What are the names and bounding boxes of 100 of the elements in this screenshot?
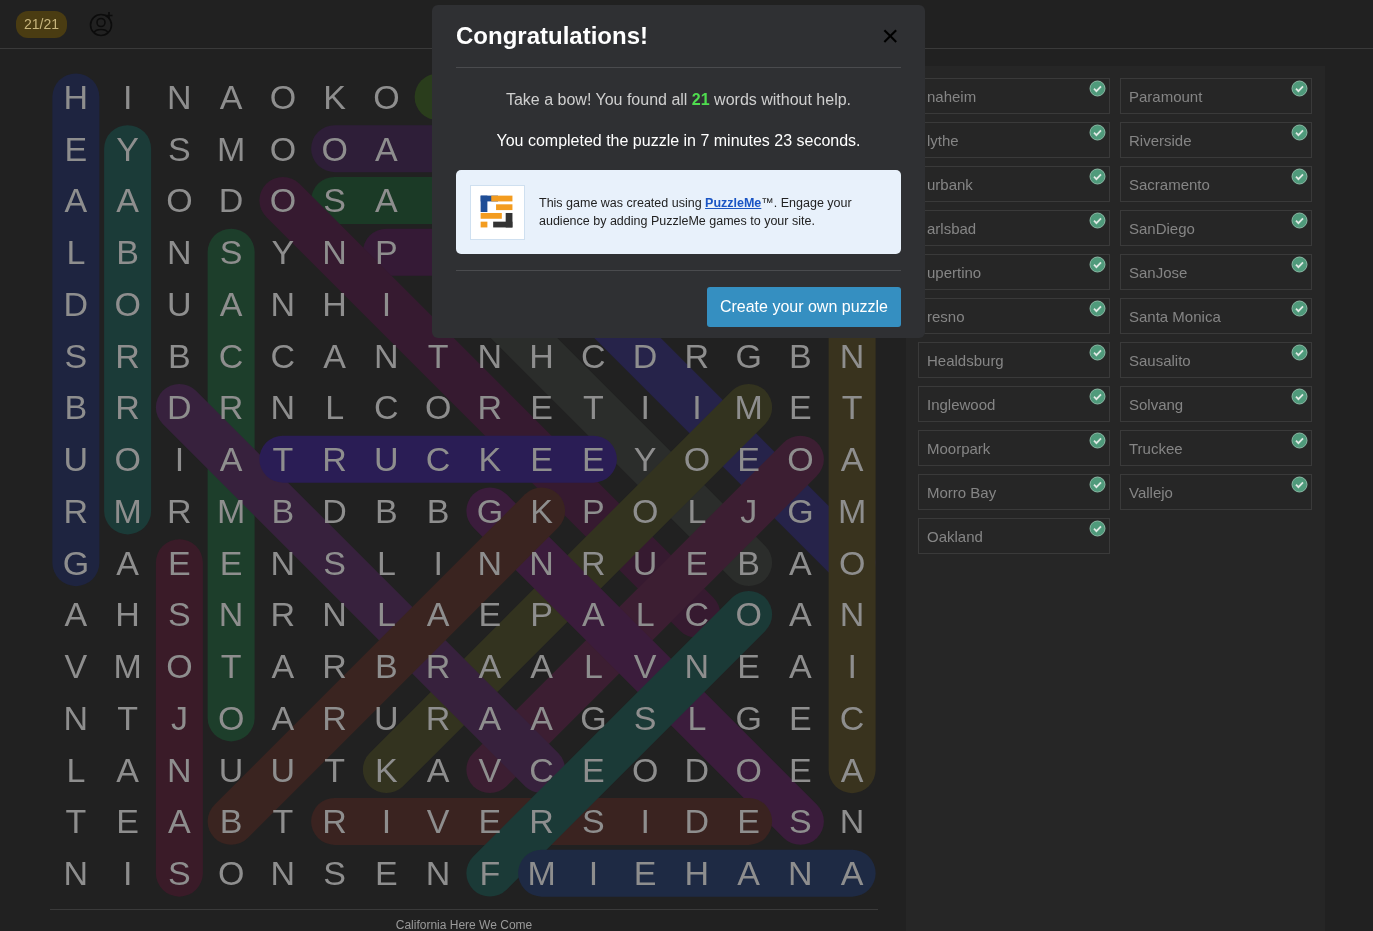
grid-letter[interactable]: B (116, 235, 139, 270)
grid-letter[interactable]: S (323, 856, 346, 891)
grid-letter[interactable]: A (375, 131, 398, 166)
grid-letter[interactable]: N (322, 235, 347, 270)
grid-letter[interactable]: N (167, 79, 192, 114)
grid-letter[interactable]: O (735, 752, 762, 787)
grid-letter[interactable]: K (530, 493, 553, 528)
grid-letter[interactable]: J (170, 700, 188, 735)
grid-letter[interactable]: A (219, 286, 243, 321)
grid-letter[interactable]: D (684, 752, 710, 787)
grid-letter[interactable]: I (174, 442, 185, 477)
grid-letter[interactable]: E (685, 545, 709, 580)
grid-letter[interactable]: J (740, 493, 758, 528)
grid-letter[interactable]: T (65, 804, 87, 839)
grid-letter[interactable]: E (789, 752, 812, 787)
grid-letter[interactable]: I (640, 390, 650, 425)
grid-letter[interactable]: O (217, 856, 245, 891)
grid-letter[interactable]: B (64, 390, 88, 425)
grid-letter[interactable]: A (116, 545, 139, 580)
grid-letter[interactable]: D (167, 390, 192, 425)
grid-letter[interactable]: O (631, 493, 659, 528)
grid-letter[interactable]: S (219, 235, 243, 270)
grid-letter[interactable]: R (425, 700, 451, 735)
grid-letter[interactable]: N (684, 649, 710, 684)
grid-letter[interactable]: O (217, 700, 245, 735)
grid-letter[interactable]: H (322, 286, 347, 321)
grid-letter[interactable]: N (477, 545, 503, 580)
grid-letter[interactable]: N (167, 752, 192, 787)
grid-letter[interactable]: O (166, 183, 193, 218)
grid-letter[interactable]: G (787, 493, 814, 528)
grid-letter[interactable]: O (269, 183, 297, 218)
grid-letter[interactable]: U (270, 752, 296, 787)
grid-letter[interactable]: T (427, 338, 449, 373)
grid-letter[interactable]: A (64, 597, 88, 632)
grid-letter[interactable]: C (839, 700, 865, 735)
grid-letter[interactable]: A (426, 597, 450, 632)
grid-letter[interactable]: E (219, 545, 243, 580)
grid-letter[interactable]: A (478, 700, 502, 735)
grid-letter[interactable]: K (478, 442, 502, 477)
grid-letter[interactable]: B (737, 545, 760, 580)
grid-letter[interactable]: N (322, 597, 347, 632)
grid-letter[interactable]: U (374, 442, 399, 477)
grid-letter[interactable]: D (322, 493, 347, 528)
grid-letter[interactable]: T (583, 390, 604, 425)
grid-letter[interactable]: A (530, 649, 553, 684)
grid-letter[interactable]: A (219, 79, 243, 114)
grid-letter[interactable]: L (635, 597, 655, 632)
grid-letter[interactable]: U (374, 700, 399, 735)
grid-letter[interactable]: L (583, 649, 603, 684)
grid-letter[interactable]: T (220, 649, 242, 684)
grid-letter[interactable]: I (381, 804, 392, 839)
grid-letter[interactable]: V (64, 649, 88, 684)
grid-letter[interactable]: E (789, 390, 812, 425)
grid-letter[interactable]: M (734, 390, 763, 425)
grid-letter[interactable]: M (216, 493, 246, 528)
grid-letter[interactable]: R (115, 390, 140, 425)
grid-letter[interactable]: S (168, 597, 191, 632)
grid-letter[interactable]: O (787, 442, 814, 477)
grid-letter[interactable]: S (64, 338, 88, 373)
grid-letter[interactable]: V (426, 804, 450, 839)
grid-letter[interactable]: B (789, 338, 812, 373)
grid-letter[interactable]: F (479, 856, 501, 891)
grid-letter[interactable]: E (737, 804, 760, 839)
grid-letter[interactable]: I (692, 390, 702, 425)
grid-letter[interactable]: S (633, 700, 657, 735)
grid-letter[interactable]: E (478, 597, 502, 632)
grid-letter[interactable]: L (376, 545, 396, 580)
grid-letter[interactable]: I (847, 649, 857, 684)
grid-letter[interactable]: L (66, 752, 86, 787)
grid-letter[interactable]: G (735, 700, 762, 735)
grid-letter[interactable]: I (433, 545, 443, 580)
grid-letter[interactable]: D (63, 286, 89, 321)
grid-letter[interactable]: Y (116, 131, 139, 166)
grid-letter[interactable]: O (114, 442, 141, 477)
grid-letter[interactable]: R (270, 597, 296, 632)
grid-letter[interactable]: O (838, 545, 866, 580)
grid-letter[interactable]: C (374, 390, 399, 425)
grid-letter[interactable]: O (735, 597, 762, 632)
grid-letter[interactable]: M (837, 493, 867, 528)
grid-letter[interactable]: E (582, 752, 605, 787)
grid-letter[interactable]: U (167, 286, 192, 321)
grid-letter[interactable]: E (64, 131, 88, 166)
grid-letter[interactable]: L (66, 235, 86, 270)
grid-letter[interactable]: S (168, 131, 191, 166)
grid-letter[interactable]: I (588, 856, 599, 891)
grid-letter[interactable]: N (839, 597, 865, 632)
puzzleme-link[interactable]: PuzzleMe (705, 195, 762, 210)
grid-letter[interactable]: G (62, 545, 90, 580)
grid-letter[interactable]: A (840, 442, 864, 477)
grid-letter[interactable]: E (116, 804, 139, 839)
grid-letter[interactable]: R (322, 804, 347, 839)
grid-letter[interactable]: K (323, 79, 346, 114)
grid-letter[interactable]: G (735, 338, 762, 373)
grid-letter[interactable]: A (582, 597, 605, 632)
grid-letter[interactable]: E (530, 442, 553, 477)
grid-letter[interactable]: C (425, 442, 451, 477)
grid-letter[interactable]: A (116, 183, 139, 218)
create-puzzle-button[interactable]: Create your own puzzle (706, 287, 901, 327)
grid-letter[interactable]: H (63, 79, 89, 114)
grid-letter[interactable]: D (218, 183, 244, 218)
